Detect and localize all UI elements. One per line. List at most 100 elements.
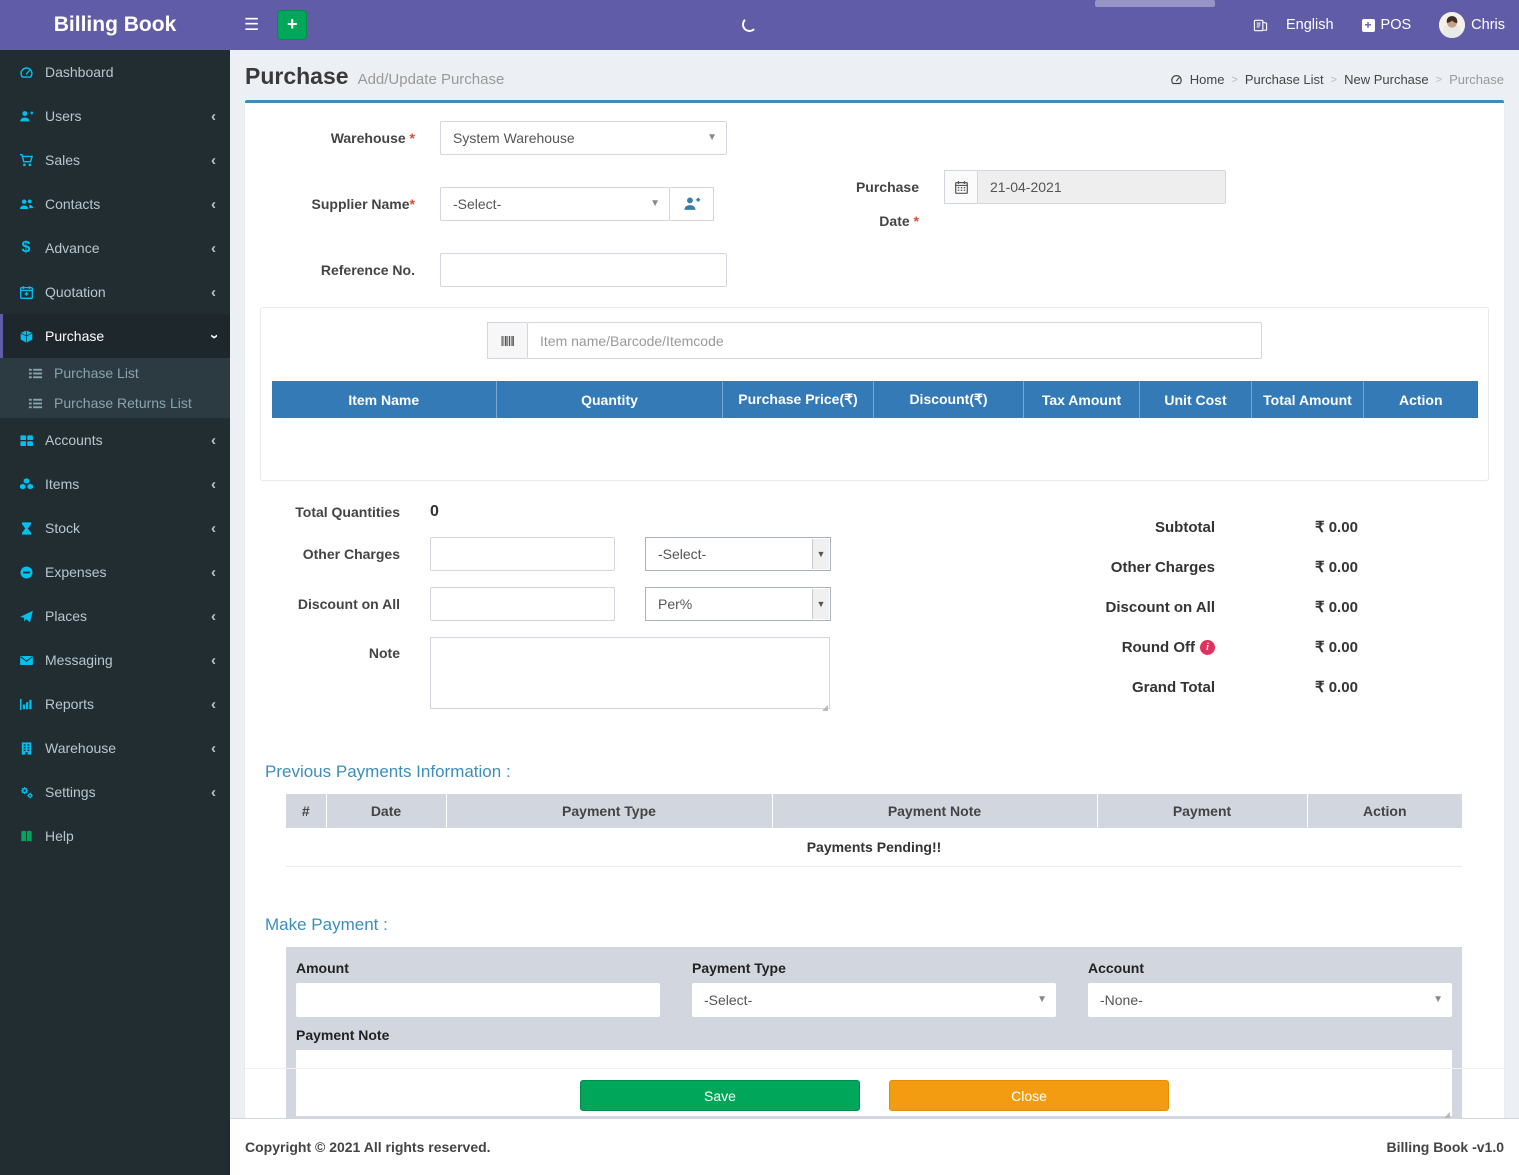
- discount-total-row: Discount on All ₹ 0.00: [905, 587, 1484, 627]
- col-payment-type: Payment Type: [446, 794, 773, 828]
- discount-total-value: ₹ 0.00: [1315, 599, 1358, 616]
- warehouse-select[interactable]: System Warehouse ▼: [440, 121, 727, 155]
- warehouse-row: Warehouse * System Warehouse ▼: [265, 121, 1484, 155]
- save-button[interactable]: Save: [580, 1080, 860, 1111]
- navbar-right: English + POS Chris: [1236, 0, 1519, 50]
- caret-down-icon: ▼: [1433, 993, 1443, 1005]
- sidebar-item-accounts[interactable]: Accounts ‹: [0, 418, 230, 462]
- user-menu[interactable]: Chris: [1425, 0, 1519, 50]
- chevron-left-icon: ‹: [211, 519, 216, 537]
- supplier-row: Supplier Name* -Select- ▼ Purchase Date …: [265, 170, 1484, 238]
- info-icon[interactable]: i: [1200, 639, 1215, 655]
- purchase-date-input[interactable]: [978, 170, 1226, 204]
- select-arrow-icon: ▼: [812, 539, 829, 569]
- amount-input[interactable]: [296, 982, 660, 1017]
- item-search-input[interactable]: [527, 322, 1262, 359]
- home-icon: [1170, 73, 1183, 86]
- discount-on-all-row: Discount on All Per% ▼: [265, 587, 905, 621]
- sidebar-item-places[interactable]: Places ‹: [0, 594, 230, 638]
- close-button[interactable]: Close: [889, 1080, 1169, 1111]
- sidebar-item-purchase-returns-list[interactable]: Purchase Returns List: [0, 388, 230, 418]
- discount-on-all-label: Discount on All: [297, 596, 400, 612]
- user-plus-icon: [15, 109, 37, 124]
- navbar: ☰ + English + POS Chris: [230, 0, 1519, 50]
- chevron-down-icon: ‹: [205, 333, 222, 339]
- sidebar-item-help[interactable]: Help: [0, 814, 230, 858]
- discount-total-label: Discount on All: [1105, 598, 1215, 616]
- sidebar-item-settings[interactable]: Settings ‹: [0, 770, 230, 814]
- purchase-submenu: Purchase List Purchase Returns List: [0, 358, 230, 418]
- envelope-icon: [15, 653, 37, 668]
- loading-spinner-icon: [742, 17, 757, 32]
- purchase-date-group: Purchase Date *: [829, 170, 1226, 238]
- breadcrumb-purchase-list[interactable]: Purchase List: [1245, 72, 1324, 87]
- sidebar-item-purchase-list[interactable]: Purchase List: [0, 358, 230, 388]
- reference-row: Reference No.: [265, 253, 1484, 287]
- grid-icon: [15, 433, 37, 448]
- breadcrumb-home[interactable]: Home: [1190, 72, 1225, 87]
- col-action: Action: [1363, 381, 1478, 418]
- sidebar-item-sales[interactable]: Sales ‹: [0, 138, 230, 182]
- speedometer-icon: [15, 65, 37, 80]
- subtotal-value: ₹ 0.00: [1315, 519, 1358, 536]
- payment-type-field-group: Payment Type -Select- ▼: [692, 960, 1056, 1017]
- sidebar-toggle-icon[interactable]: ☰: [230, 0, 273, 50]
- discount-on-all-input[interactable]: [430, 587, 615, 621]
- sidebar-item-users[interactable]: Users ‹: [0, 94, 230, 138]
- sidebar-item-contacts[interactable]: Contacts ‹: [0, 182, 230, 226]
- subtotal-row: Subtotal ₹ 0.00: [905, 507, 1484, 547]
- col-purchase-price: Purchase Price(₹): [722, 381, 874, 418]
- other-charges-select[interactable]: -Select- ▼: [645, 537, 831, 571]
- sidebar-item-messaging[interactable]: Messaging ‹: [0, 638, 230, 682]
- version-text: Billing Book -v1.0: [1386, 1139, 1504, 1155]
- sidebar-item-stock[interactable]: Stock ‹: [0, 506, 230, 550]
- amount-label: Amount: [296, 959, 349, 976]
- app-logo[interactable]: Billing Book: [0, 0, 230, 50]
- breadcrumb-new-purchase[interactable]: New Purchase: [1344, 72, 1429, 87]
- sidebar-item-label: Messaging: [45, 652, 113, 668]
- pos-label: POS: [1380, 17, 1412, 33]
- sidebar-item-dashboard[interactable]: Dashboard: [0, 50, 230, 94]
- previous-payments-heading: Previous Payments Information :: [265, 762, 511, 781]
- language-menu[interactable]: English: [1236, 0, 1348, 50]
- payment-type-select[interactable]: -Select- ▼: [692, 982, 1056, 1017]
- grand-total-label: Grand Total: [1131, 678, 1215, 696]
- add-supplier-button[interactable]: [670, 187, 714, 221]
- sidebar-item-label: Sales: [45, 152, 81, 168]
- sidebar-item-reports[interactable]: Reports ‹: [0, 682, 230, 726]
- bar-chart-icon: [15, 697, 37, 712]
- gears-icon: [15, 785, 37, 800]
- quick-add-button[interactable]: +: [277, 10, 308, 40]
- sidebar-item-advance[interactable]: $ Advance ‹: [0, 226, 230, 270]
- sidebar-item-label: Settings: [45, 784, 96, 800]
- note-label: Note: [368, 645, 400, 661]
- discount-type-select[interactable]: Per% ▼: [645, 587, 831, 621]
- round-off-label: Round Off i: [1122, 639, 1215, 656]
- note-textarea[interactable]: [430, 637, 830, 709]
- sidebar-item-label: Purchase: [45, 328, 105, 344]
- col-discount: Discount(₹): [873, 381, 1024, 418]
- account-select[interactable]: -None- ▼: [1088, 982, 1452, 1017]
- grand-total-row: Grand Total ₹ 0.00: [905, 667, 1484, 707]
- sidebar-item-warehouse[interactable]: Warehouse ‹: [0, 726, 230, 770]
- sidebar-item-expenses[interactable]: Expenses ‹: [0, 550, 230, 594]
- chevron-left-icon: ‹: [211, 695, 216, 713]
- chevron-left-icon: ‹: [211, 783, 216, 801]
- other-charges-input[interactable]: [430, 537, 615, 571]
- sidebar-item-purchase[interactable]: Purchase ‹: [0, 314, 230, 358]
- pos-menu[interactable]: + POS: [1348, 0, 1426, 50]
- reference-input[interactable]: [440, 253, 727, 287]
- sidebar-item-items[interactable]: Items ‹: [0, 462, 230, 506]
- breadcrumb-separator: >: [1435, 73, 1443, 86]
- round-off-row: Round Off i ₹ 0.00: [905, 627, 1484, 667]
- chevron-left-icon: ‹: [211, 739, 216, 757]
- content-area: Purchase Add/Update Purchase Home > Purc…: [230, 50, 1519, 1135]
- other-charges-row: Other Charges -Select- ▼: [265, 537, 905, 571]
- breadcrumb-current: Purchase: [1449, 72, 1504, 87]
- item-table-header-row: Item Name Quantity Purchase Price(₹) Dis…: [271, 381, 1478, 418]
- sidebar-item-quotation[interactable]: Quotation ‹: [0, 270, 230, 314]
- col-payment-note: Payment Note: [772, 794, 1098, 828]
- payments-pending-message: Payments Pending!!: [286, 828, 1462, 867]
- other-charges-select-value: -Select-: [658, 546, 707, 562]
- supplier-select[interactable]: -Select- ▼: [440, 187, 670, 221]
